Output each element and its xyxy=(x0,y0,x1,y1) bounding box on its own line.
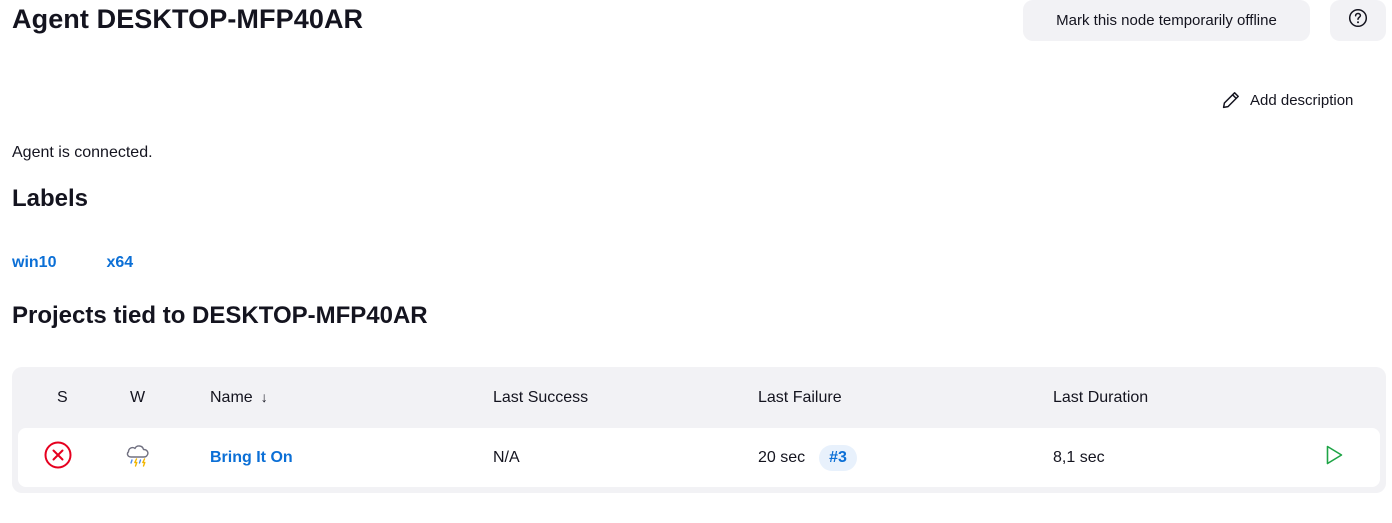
label-link-win10[interactable]: win10 xyxy=(12,254,56,272)
pencil-icon xyxy=(1221,90,1241,110)
add-description-label: Add description xyxy=(1250,91,1354,109)
column-header-last-success[interactable]: Last Success xyxy=(493,389,588,407)
labels-heading: Labels xyxy=(12,185,89,212)
page-title: Agent DESKTOP-MFP40AR xyxy=(12,4,364,34)
label-link-x64[interactable]: x64 xyxy=(106,254,133,272)
agent-status-text: Agent is connected. xyxy=(12,144,153,161)
build-number-link[interactable]: #3 xyxy=(819,444,857,471)
sort-down-icon: ↓ xyxy=(260,389,268,405)
column-header-name-label: Name xyxy=(210,389,253,406)
column-header-status[interactable]: S xyxy=(57,389,68,407)
last-failure-cell: 20 sec #3 xyxy=(758,428,857,487)
labels-list: win10 x64 xyxy=(12,254,133,272)
last-success-cell: N/A xyxy=(493,448,520,466)
column-header-last-failure[interactable]: Last Failure xyxy=(758,389,842,407)
column-header-weather[interactable]: W xyxy=(130,389,145,407)
name-cell: Bring It On xyxy=(210,428,293,487)
last-duration-cell: 8,1 sec xyxy=(1053,448,1105,466)
last-failure-time: 20 sec xyxy=(758,448,806,466)
help-button[interactable] xyxy=(1330,0,1386,41)
question-circle-icon xyxy=(1348,8,1368,33)
column-header-name[interactable]: Name ↓ xyxy=(210,389,268,407)
failed-x-circle-icon xyxy=(43,440,73,475)
projects-heading: Projects tied to DESKTOP-MFP40AR xyxy=(12,302,428,329)
job-link[interactable]: Bring It On xyxy=(210,449,293,467)
mark-offline-button[interactable]: Mark this node temporarily offline xyxy=(1023,0,1310,41)
column-header-last-duration[interactable]: Last Duration xyxy=(1053,389,1148,407)
play-icon xyxy=(1322,443,1346,472)
add-description-button[interactable]: Add description xyxy=(1221,88,1353,112)
table-row: Bring It On N/A 20 sec #3 8,1 sec xyxy=(18,428,1380,487)
weather-cell xyxy=(122,428,154,487)
thunderstorm-icon xyxy=(123,440,153,475)
status-cell xyxy=(42,428,74,487)
projects-table: S W Name ↓ Last Success Last Failure Last… xyxy=(12,367,1386,493)
schedule-build-button[interactable] xyxy=(1318,428,1350,487)
